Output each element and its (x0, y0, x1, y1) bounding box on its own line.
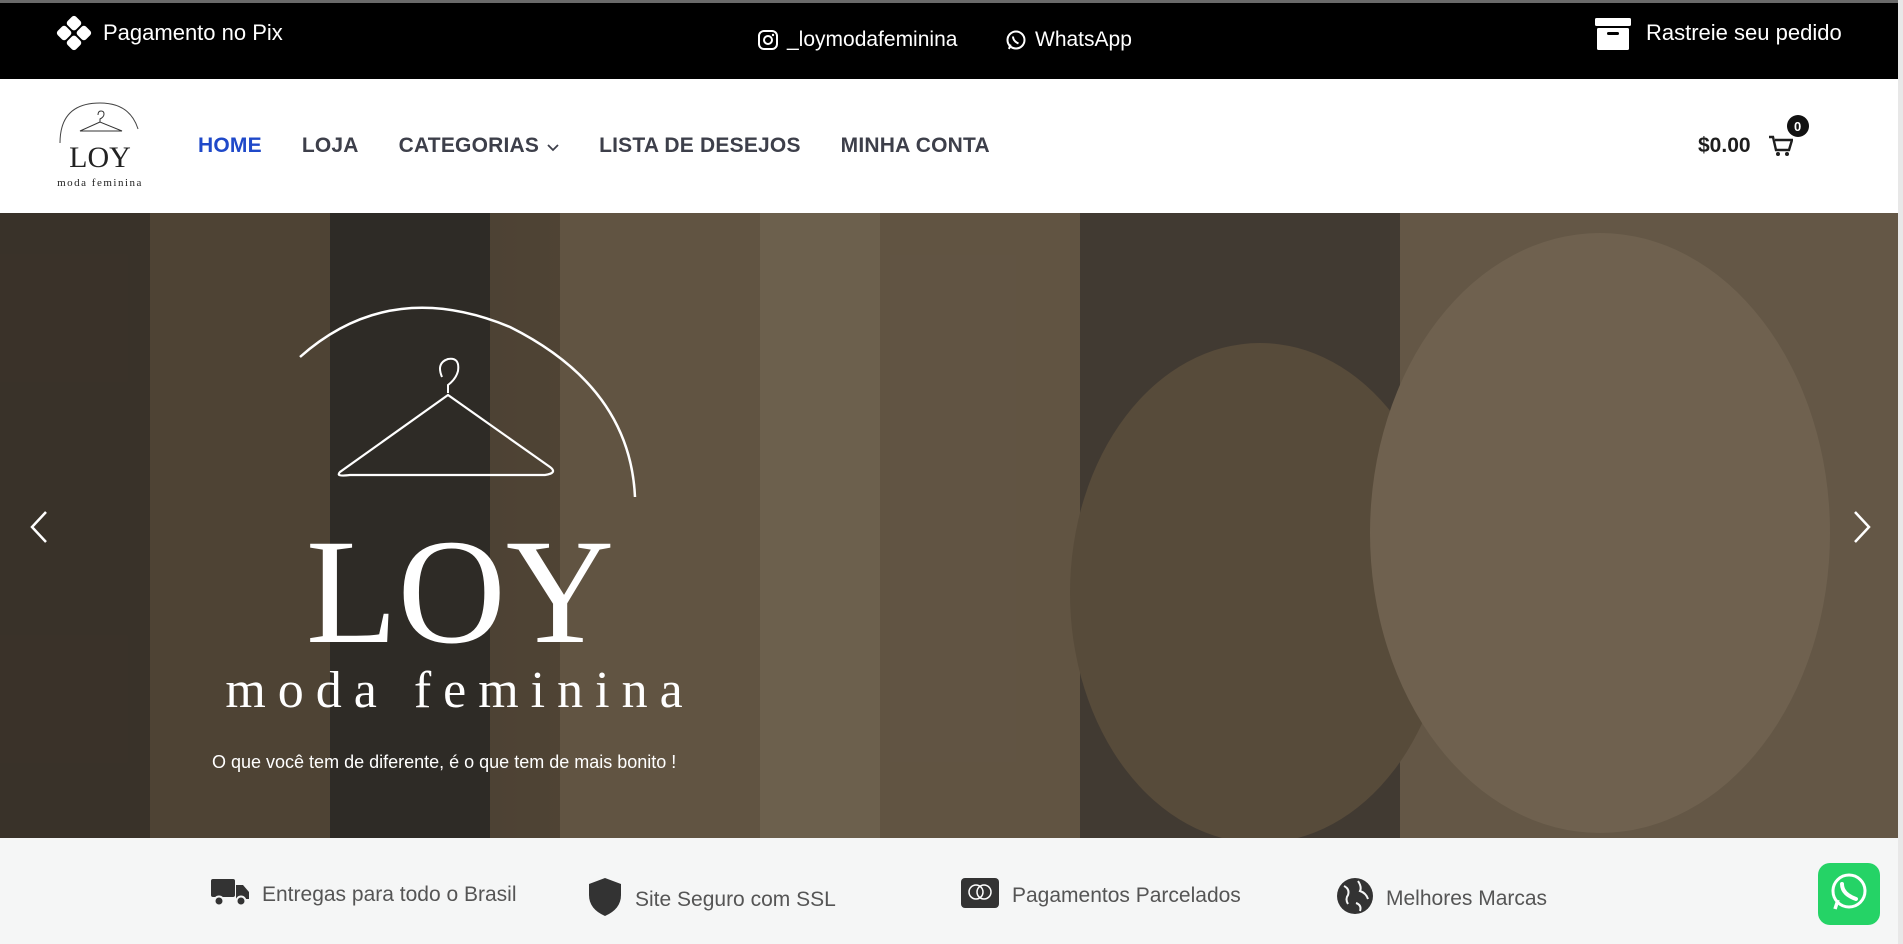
site-logo[interactable]: LOY moda feminina (50, 99, 150, 193)
instagram-icon (757, 29, 779, 51)
whatsapp-link[interactable]: WhatsApp (1005, 28, 1132, 52)
feature-installments: Pagamentos Parcelados (960, 877, 1241, 915)
pix-label: Pagamento no Pix (103, 20, 283, 45)
globe-icon (1336, 877, 1374, 921)
cart-count-badge: 0 (1786, 115, 1809, 137)
whatsapp-label: WhatsApp (1035, 28, 1132, 51)
hero-logo: LOY moda feminina (210, 297, 730, 737)
whatsapp-float-icon (1827, 870, 1871, 919)
instagram-link[interactable]: _loymodafeminina (757, 28, 957, 52)
chevron-down-icon (547, 134, 559, 158)
nav-loja[interactable]: LOJA (302, 134, 359, 158)
hero-logo-word: LOY (306, 509, 614, 675)
nav-categorias-label: CATEGORIAS (398, 134, 540, 157)
feature-brands-label: Melhores Marcas (1386, 887, 1548, 910)
cart-widget[interactable]: $0.00 0 (1698, 79, 1809, 213)
archive-box-icon (1594, 14, 1632, 52)
feature-installments-label: Pagamentos Parcelados (1012, 884, 1241, 907)
slider-next-arrow[interactable] (1845, 507, 1875, 547)
track-order-label: Rastreie seu pedido (1646, 20, 1842, 45)
nav-lista-de-desejos[interactable]: LISTA DE DESEJOS (599, 134, 801, 158)
feature-ssl-label: Site Seguro com SSL (635, 888, 836, 911)
credit-card-icon (960, 877, 1000, 915)
feature-shipping: Entregas para todo o Brasil (210, 877, 516, 913)
pix-info: Pagamento no Pix (55, 14, 283, 52)
feature-brands: Melhores Marcas (1336, 877, 1547, 921)
main-nav: HOME LOJA CATEGORIAS LISTA DE DESEJOS MI… (198, 79, 990, 213)
logo-sub: moda feminina (57, 177, 143, 189)
whatsapp-float-button[interactable] (1818, 863, 1880, 925)
shield-icon (587, 877, 623, 923)
nav-categorias[interactable]: CATEGORIAS (399, 134, 559, 158)
whatsapp-icon (1005, 29, 1027, 51)
instagram-label: _loymodafeminina (787, 28, 958, 51)
hero-logo-sub: moda feminina (225, 662, 694, 719)
logo-word: LOY (69, 141, 131, 174)
track-order-link[interactable]: Rastreie seu pedido (1594, 14, 1842, 52)
cart-icon[interactable]: 0 (1768, 115, 1809, 157)
slider-prev-arrow[interactable] (26, 507, 56, 547)
scrollbar[interactable] (1898, 0, 1903, 944)
nav-home[interactable]: HOME (198, 134, 262, 158)
feature-shipping-label: Entregas para todo o Brasil (262, 883, 517, 906)
feature-ssl: Site Seguro com SSL (587, 877, 836, 923)
pix-icon (55, 14, 93, 52)
hero-tagline: O que você tem de diferente, é o que tem… (212, 752, 677, 772)
truck-icon (210, 877, 250, 913)
cart-total: $0.00 (1698, 134, 1751, 157)
nav-minha-conta[interactable]: MINHA CONTA (841, 134, 990, 158)
